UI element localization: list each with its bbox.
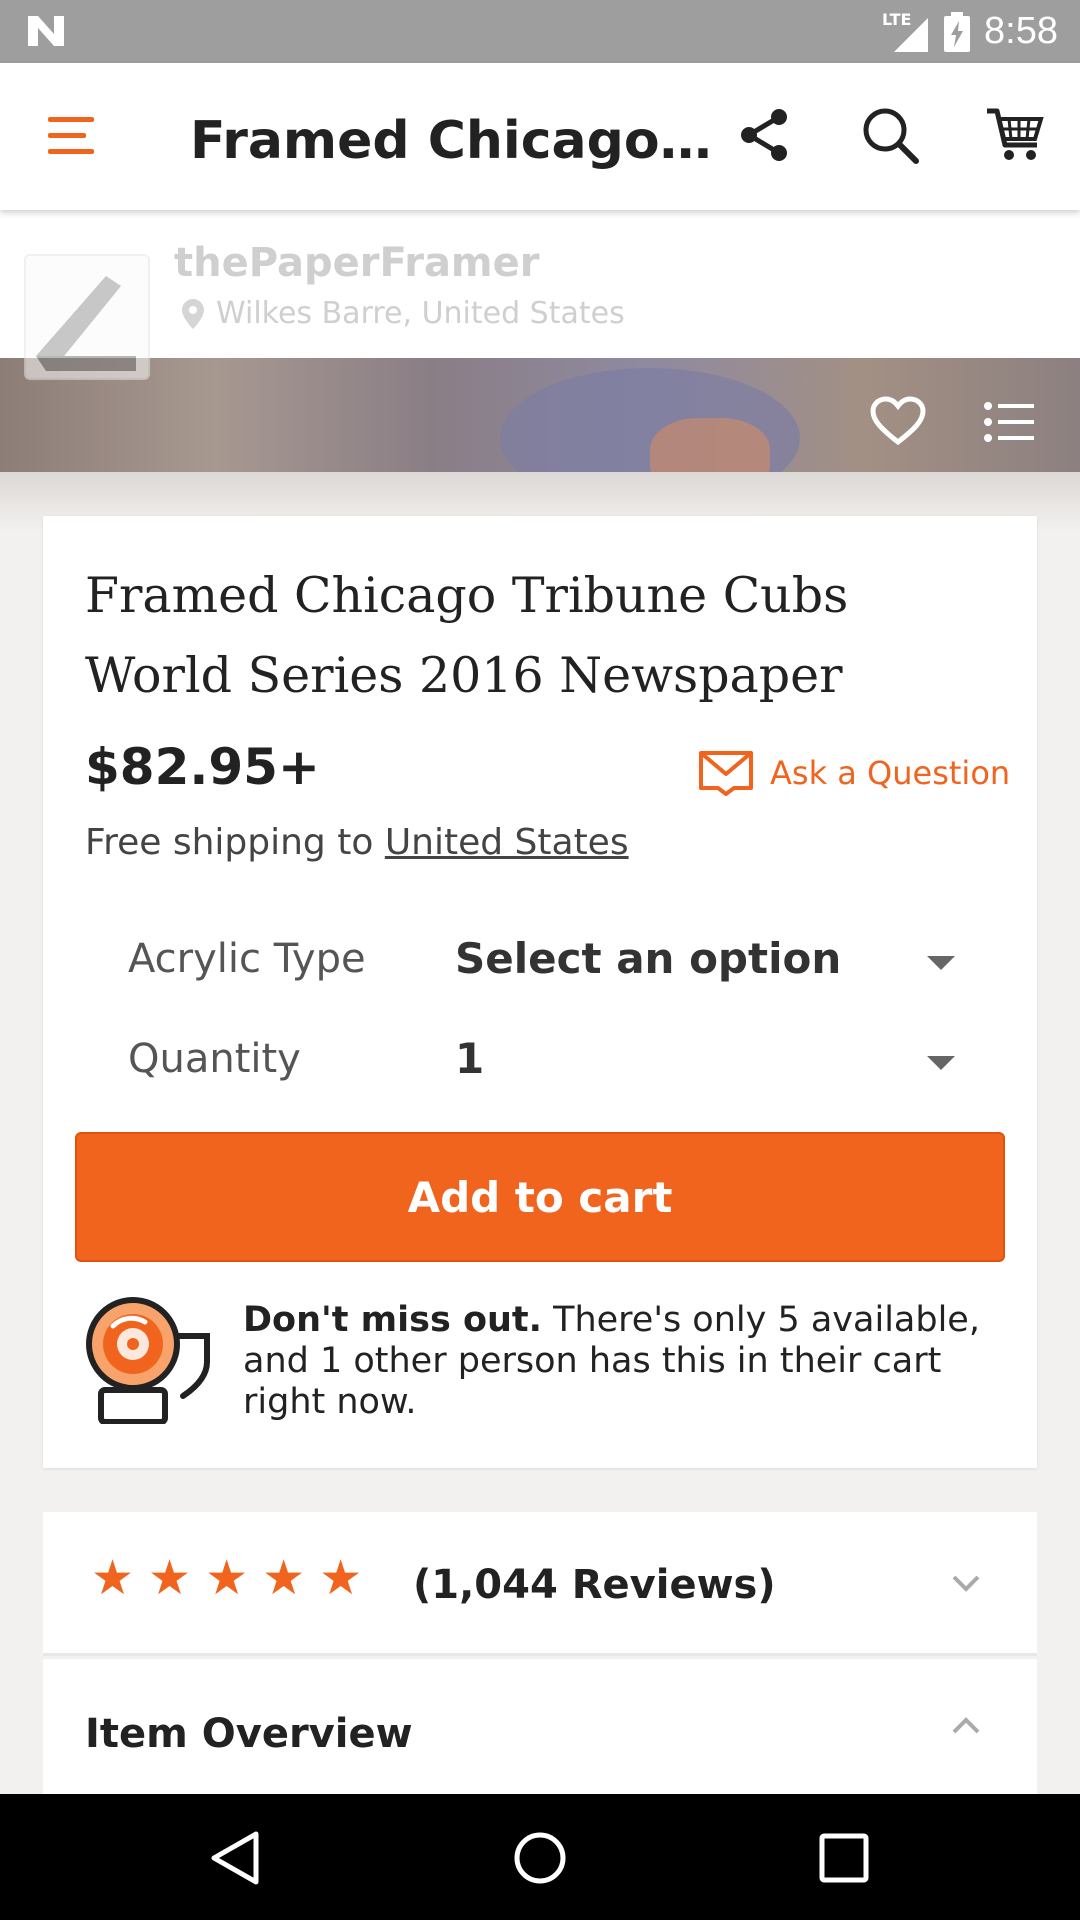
product-price: $82.95+ — [85, 738, 320, 796]
chevron-up-icon — [952, 1717, 980, 1734]
item-overview-section[interactable]: Item Overview — [43, 1659, 1037, 1794]
favorite-button[interactable] — [870, 396, 926, 446]
star-icon: ★ — [205, 1550, 249, 1606]
reviews-section[interactable]: ★ ★ ★ ★ ★ (1,044 Reviews) — [43, 1512, 1037, 1656]
quantity-label: Quantity — [128, 1036, 301, 1082]
review-count: (1,044 Reviews) — [413, 1562, 776, 1608]
shop-avatar[interactable] — [24, 254, 150, 380]
share-button[interactable] — [735, 105, 795, 165]
dropdown-arrow-icon — [927, 1056, 955, 1070]
add-to-list-button[interactable] — [984, 402, 1034, 442]
search-button[interactable] — [860, 105, 922, 167]
scarcity-message: Don't miss out. There's only 5 available… — [243, 1300, 983, 1423]
shipping-info: Free shipping to United States — [85, 822, 629, 863]
star-rating: ★ ★ ★ ★ ★ — [91, 1554, 362, 1602]
acrylic-type-select[interactable]: Select an option — [455, 934, 955, 1004]
location-pin-icon — [182, 298, 204, 329]
notification-n-icon — [28, 16, 64, 46]
image-content — [650, 418, 770, 472]
scarcity-heading: Don't miss out. — [243, 1300, 542, 1340]
battery-charging-icon — [944, 11, 971, 52]
shop-logo-image — [36, 276, 136, 371]
quantity-value: 1 — [455, 1034, 485, 1083]
listing-image[interactable] — [0, 358, 1080, 472]
alarm-bell-icon — [86, 1297, 210, 1424]
acrylic-type-label: Acrylic Type — [128, 936, 366, 982]
home-icon[interactable] — [510, 1828, 570, 1888]
cart-button[interactable] — [985, 105, 1045, 165]
list-icon — [984, 402, 1034, 442]
page-title: Framed Chicago… — [190, 111, 712, 171]
ask-question-button[interactable]: Ask a Question — [698, 750, 1010, 796]
star-icon: ★ — [91, 1550, 135, 1606]
lte-signal-icon: LTE — [882, 10, 930, 54]
dropdown-arrow-icon — [927, 956, 955, 970]
clock: 8:58 — [984, 10, 1058, 52]
search-icon — [863, 108, 919, 164]
status-bar: LTE 8:58 — [0, 0, 1080, 63]
back-icon[interactable] — [206, 1828, 266, 1888]
envelope-icon — [699, 751, 753, 796]
app-bar: Framed Chicago… — [0, 63, 1080, 210]
shipping-text: Free shipping to — [85, 822, 385, 863]
share-icon — [741, 109, 787, 161]
acrylic-type-value: Select an option — [455, 934, 842, 983]
shipping-destination-link[interactable]: United States — [385, 822, 629, 863]
shop-location: Wilkes Barre, United States — [182, 296, 625, 331]
product-card: Framed Chicago Tribune Cubs World Series… — [43, 516, 1037, 1468]
star-icon: ★ — [319, 1550, 363, 1606]
recents-icon[interactable] — [814, 1828, 874, 1888]
product-title: Framed Chicago Tribune Cubs World Series… — [85, 567, 849, 704]
add-to-cart-button[interactable]: Add to cart — [75, 1132, 1005, 1262]
quantity-select[interactable]: 1 — [455, 1034, 955, 1104]
star-icon: ★ — [148, 1550, 192, 1606]
hamburger-menu-icon — [48, 117, 94, 154]
shop-name[interactable]: thePaperFramer — [174, 240, 539, 286]
menu-button[interactable] — [44, 111, 104, 161]
star-icon: ★ — [262, 1550, 306, 1606]
system-nav-bar — [0, 1794, 1080, 1920]
ask-question-label: Ask a Question — [770, 754, 1011, 792]
shop-header — [0, 210, 1080, 358]
shopping-cart-icon — [987, 108, 1044, 160]
chevron-down-icon — [952, 1575, 980, 1592]
item-overview-title: Item Overview — [85, 1711, 413, 1757]
shop-location-text: Wilkes Barre, United States — [216, 296, 625, 331]
heart-icon — [870, 396, 926, 446]
